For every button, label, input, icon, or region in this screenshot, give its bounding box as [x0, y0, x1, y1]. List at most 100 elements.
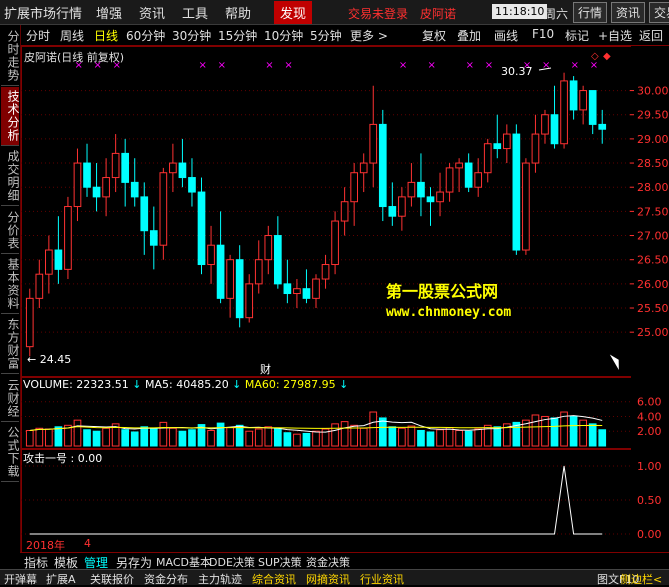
menu-discover[interactable]: 发现	[274, 1, 313, 24]
quote-button[interactable]: 行情	[573, 2, 608, 23]
y-tick-label: 29.50	[637, 109, 669, 122]
tab-trade-detail[interactable]: 成交明细	[1, 147, 20, 206]
period-toolbar: 分时 周线 日线 60分钟 30分钟 15分钟 10分钟 5分钟 更多 > 复权…	[20, 25, 669, 46]
status-main-track[interactable]: 主力轨迹	[198, 571, 242, 587]
volume-value: VOLUME: 22323.51	[23, 378, 129, 391]
status-comprehensive-news[interactable]: 综合资讯	[252, 571, 296, 587]
ma5-value: MA5: 40485.20	[144, 378, 229, 391]
tab-formula-download[interactable]: 公式下载	[1, 423, 20, 482]
status-industry-news[interactable]: 行业资讯	[360, 571, 404, 587]
volume-bar	[455, 429, 463, 447]
status-bar: 开弹幕 扩展A 关联报价 资金分布 主力轨迹 综合资讯 网摘资讯 行业资讯 图文…	[0, 569, 669, 587]
status-sidebar-toggle[interactable]: 侧边栏<	[620, 571, 667, 587]
candle-body	[426, 196, 435, 203]
y-tick-label: 28.50	[637, 157, 669, 170]
tab-dde-decision[interactable]: DDE决策	[209, 554, 255, 570]
period-15min[interactable]: 15分钟	[218, 27, 257, 44]
status-extend-a[interactable]: 扩展A	[46, 571, 76, 587]
month-label: 4	[84, 537, 91, 550]
overlay-button[interactable]: 叠加	[457, 27, 481, 44]
candlestick-chart[interactable]: 30.00 29.50 29.00 28.50 28.00 27.50 27.00 26.50…	[21, 46, 669, 377]
period-daily[interactable]: 日线	[94, 27, 118, 44]
period-10min[interactable]: 10分钟	[264, 27, 303, 44]
y-tick-label: 26.00	[637, 278, 669, 291]
y-tick-label: 27.50	[637, 205, 669, 218]
volume-bar	[388, 426, 397, 447]
period-30min[interactable]: 30分钟	[172, 27, 211, 44]
menu-info[interactable]: 资讯	[139, 3, 165, 22]
volume-bar	[369, 411, 378, 447]
indicator-label: 攻击一号 : 0.00	[23, 452, 103, 465]
y-tick-label: 30.00	[637, 85, 669, 98]
tab-price-table[interactable]: 分价表	[1, 207, 20, 254]
status-danmaku[interactable]: 开弹幕	[4, 571, 37, 587]
period-intraday[interactable]: 分时	[26, 27, 50, 44]
menu-extended-market[interactable]: 扩展市场行情	[4, 3, 82, 22]
candle-body	[149, 230, 158, 246]
volume-bar	[550, 417, 559, 447]
volume-bar	[140, 426, 149, 447]
candle-body	[512, 133, 521, 251]
tab-technical-analysis[interactable]: 技术分析	[1, 87, 20, 146]
ma60-value: MA60: 27987.95	[244, 378, 336, 391]
candle-body	[464, 162, 473, 188]
f10-button[interactable]: F10	[532, 27, 554, 41]
finance-marker[interactable]: 财	[260, 361, 271, 377]
low-price-value: 24.45	[39, 353, 72, 366]
signal-marker-icon: ×	[94, 60, 102, 71]
status-capital-distribution[interactable]: 资金分布	[144, 571, 188, 587]
indicator-chart[interactable]: 1.00 0.50 0.00	[21, 448, 669, 552]
candle-body	[25, 297, 34, 348]
volume-bar	[45, 428, 53, 447]
volume-bar	[226, 427, 234, 447]
trade-button[interactable]: 交易	[649, 2, 669, 23]
username-text[interactable]: 皮阿诺	[420, 5, 456, 22]
candle-body	[73, 162, 82, 208]
candle-body	[159, 172, 168, 246]
restore-rights-button[interactable]: 复权	[422, 27, 446, 44]
tab-basic-info[interactable]: 基本资料	[1, 255, 20, 314]
status-digest-news[interactable]: 网摘资讯	[306, 571, 350, 587]
high-price-label: 30.37	[501, 65, 533, 78]
candle-body	[207, 244, 215, 266]
candle-body	[388, 206, 397, 217]
low-price-label: ← 24.45	[27, 353, 72, 366]
candle-body	[398, 196, 406, 217]
status-related-quote[interactable]: 关联报价	[90, 571, 134, 587]
period-60min[interactable]: 60分钟	[126, 27, 165, 44]
menu-enhance[interactable]: 增强	[96, 3, 122, 22]
candle-body	[245, 283, 254, 319]
menu-tools[interactable]: 工具	[182, 3, 208, 22]
volume-bar	[73, 419, 82, 447]
tab-sup-decision[interactable]: SUP决策	[258, 554, 302, 570]
y-tick-label: 28.00	[637, 181, 669, 194]
mark-button[interactable]: 标记	[565, 27, 589, 44]
news-button[interactable]: 资讯	[611, 2, 646, 23]
signal-marker-icon: ×	[427, 60, 435, 71]
period-weekly[interactable]: 周线	[60, 27, 84, 44]
add-watchlist-button[interactable]: +自选	[598, 27, 632, 44]
tab-macd-basic[interactable]: MACD基本	[156, 554, 211, 570]
period-5min[interactable]: 5分钟	[310, 27, 342, 44]
volume-bar	[474, 428, 483, 447]
trade-status-text[interactable]: 交易未登录	[348, 5, 408, 22]
candle-body	[188, 177, 196, 193]
tab-cloud-finance[interactable]: 云财经	[1, 375, 20, 422]
tab-eastmoney[interactable]: 东方财富	[1, 315, 20, 374]
volume-bar	[426, 431, 435, 447]
tab-intraday-trend[interactable]: 分时走势	[1, 27, 20, 86]
candle-body	[54, 249, 63, 270]
y-tick-label: 26.50	[637, 254, 669, 267]
volume-bar	[436, 429, 444, 447]
diamond-icon: ◇	[591, 51, 599, 62]
period-more[interactable]: 更多 >	[350, 27, 388, 44]
volume-bar	[445, 427, 454, 447]
back-button[interactable]: 返回	[639, 27, 663, 44]
year-label: 2018年	[26, 539, 65, 552]
draw-line-button[interactable]: 画线	[494, 27, 518, 44]
tab-capital-decision[interactable]: 资金决策	[306, 554, 350, 570]
candle-body	[455, 162, 463, 169]
menu-help[interactable]: 帮助	[225, 3, 251, 22]
candle-body	[483, 143, 492, 174]
volume-bar	[331, 423, 339, 447]
